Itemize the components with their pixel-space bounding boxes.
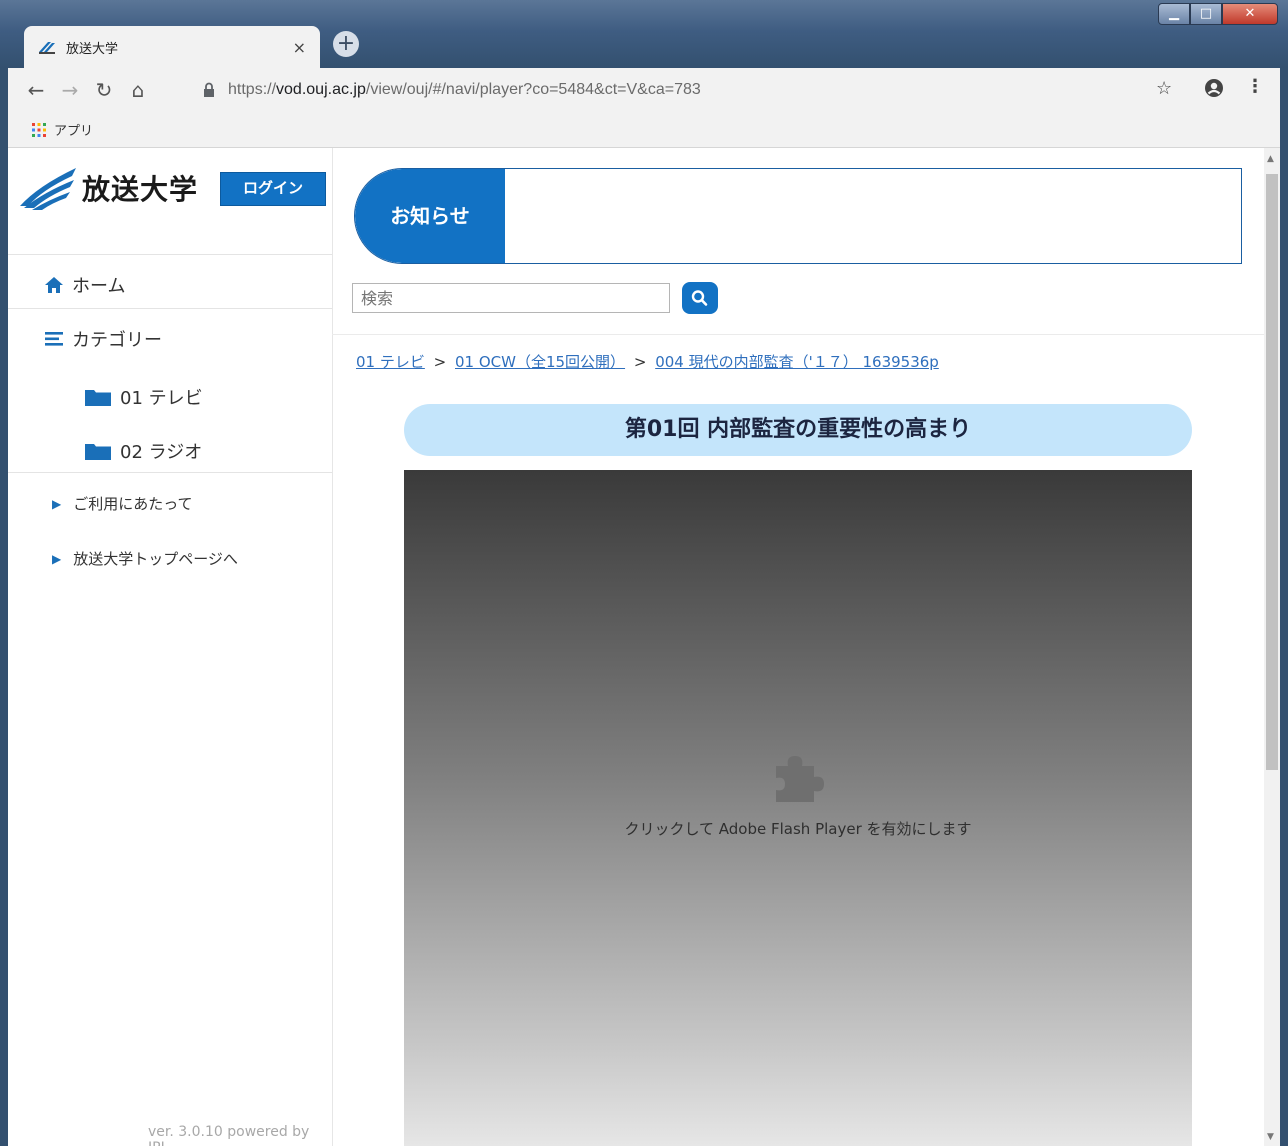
plugin-icon <box>776 756 824 802</box>
back-icon[interactable]: ← <box>24 78 48 102</box>
ouj-favicon-icon <box>39 42 55 54</box>
link-ouj-top[interactable]: ▶ 放送大学トップページへ <box>52 548 238 569</box>
window-right-border <box>1280 68 1288 1146</box>
search-icon <box>691 290 708 306</box>
triangle-icon: ▶ <box>52 496 62 511</box>
breadcrumb-link[interactable]: 01 テレビ <box>356 353 425 371</box>
folder-icon <box>85 390 111 406</box>
window-left-border <box>0 68 8 1146</box>
apps-icon <box>32 122 46 137</box>
home-nav-icon <box>45 277 63 293</box>
url-path: /view/ouj/#/navi/player?co=5484&ct=V&ca=… <box>365 81 701 98</box>
player-message: クリックして Adobe Flash Player を有効にします <box>624 820 972 838</box>
home-icon[interactable]: ⌂ <box>126 78 150 102</box>
sidebar-divider <box>8 254 332 255</box>
scroll-down-icon[interactable]: ▼ <box>1267 1132 1274 1142</box>
logo-text: 放送大学 <box>82 173 199 206</box>
minimize-button[interactable]: ▁ <box>1158 3 1190 25</box>
header-divider <box>332 334 1264 335</box>
address-bar[interactable]: https://vod.ouj.ac.jp/view/ouj/#/navi/pl… <box>186 73 1196 107</box>
web-page: 放送大学 ログイン ホーム カテゴリー 01 テレビ 02 ラジオ ▶ ご利用に… <box>8 148 1264 1146</box>
scroll-thumb[interactable] <box>1266 174 1278 770</box>
browser-toolbar: ← → ↻ ⌂ https://vod.ouj.ac.jp/view/ouj/#… <box>8 68 1280 112</box>
menu-icon[interactable]: ⋮ <box>1246 76 1264 97</box>
search-button[interactable] <box>682 282 718 314</box>
bookmarks-bar: アプリ <box>8 112 1280 148</box>
folder-icon <box>85 444 111 460</box>
sidebar-item-tv[interactable]: 01 テレビ <box>84 384 203 410</box>
breadcrumb: 01 テレビ > 01 OCW（全15回公開） > 004 現代の内部監査（'１… <box>356 351 939 372</box>
login-button[interactable]: ログイン <box>220 172 326 206</box>
sidebar-item-home[interactable]: ホーム <box>44 272 125 298</box>
search-input[interactable] <box>352 283 670 313</box>
close-window-button[interactable]: ✕ <box>1222 3 1278 25</box>
link-usage-notes[interactable]: ▶ ご利用にあたって <box>52 493 193 514</box>
reload-icon[interactable]: ↻ <box>92 78 116 102</box>
version-text: ver. 3.0.10 powered by IPL <box>148 1124 310 1146</box>
sidebar-item-label: 01 テレビ <box>120 388 203 409</box>
notice-box: お知らせ <box>354 168 1242 264</box>
sidebar-item-radio[interactable]: 02 ラジオ <box>84 438 202 464</box>
breadcrumb-separator: > <box>433 353 447 371</box>
sidebar-item-category[interactable]: カテゴリー <box>44 326 162 352</box>
browser-tab[interactable]: 放送大学 × <box>24 26 320 68</box>
sidebar: 放送大学 ログイン ホーム カテゴリー 01 テレビ 02 ラジオ ▶ ご利用に… <box>8 148 333 1146</box>
maximize-button[interactable]: □ <box>1190 3 1222 25</box>
sidebar-item-label: 02 ラジオ <box>120 442 203 463</box>
tab-title: 放送大学 <box>66 41 119 57</box>
list-icon <box>45 332 63 346</box>
sidebar-item-label: カテゴリー <box>72 330 162 351</box>
breadcrumb-link[interactable]: 004 現代の内部監査（'１７） 1639536p <box>655 353 939 371</box>
star-icon[interactable]: ☆ <box>1156 78 1172 99</box>
forward-icon[interactable]: → <box>58 78 82 102</box>
sidebar-divider <box>8 472 332 473</box>
tab-close-icon[interactable]: × <box>293 38 306 57</box>
lock-icon <box>204 82 214 97</box>
window-titlebar: 放送大学 × + ▁ □ ✕ <box>0 0 1288 68</box>
apps-label: アプリ <box>54 124 94 139</box>
scroll-up-icon[interactable]: ▲ <box>1267 154 1274 164</box>
episode-title: 第01回 内部監査の重要性の高まり <box>404 404 1192 456</box>
url-host: vod.ouj.ac.jp <box>276 81 366 98</box>
page-scrollbar[interactable]: ▲ ▼ <box>1264 148 1280 1146</box>
url-text: https://vod.ouj.ac.jp/view/ouj/#/navi/pl… <box>228 81 701 99</box>
ouj-logo-icon <box>20 168 76 210</box>
new-tab-button[interactable]: + <box>333 31 359 57</box>
breadcrumb-separator: > <box>633 353 647 371</box>
apps-shortcut[interactable]: アプリ <box>32 120 93 139</box>
url-scheme: https:// <box>228 81 277 98</box>
triangle-icon: ▶ <box>52 551 62 566</box>
link-label: ご利用にあたって <box>73 495 193 513</box>
logo[interactable]: 放送大学 <box>18 166 198 210</box>
sidebar-item-label: ホーム <box>72 276 126 297</box>
sidebar-divider <box>8 308 332 309</box>
link-label: 放送大学トップページへ <box>73 550 238 568</box>
notice-label: お知らせ <box>355 169 505 263</box>
flash-player-placeholder[interactable]: クリックして Adobe Flash Player を有効にします <box>404 470 1192 1146</box>
breadcrumb-link[interactable]: 01 OCW（全15回公開） <box>455 353 625 371</box>
account-icon[interactable] <box>1204 78 1224 98</box>
